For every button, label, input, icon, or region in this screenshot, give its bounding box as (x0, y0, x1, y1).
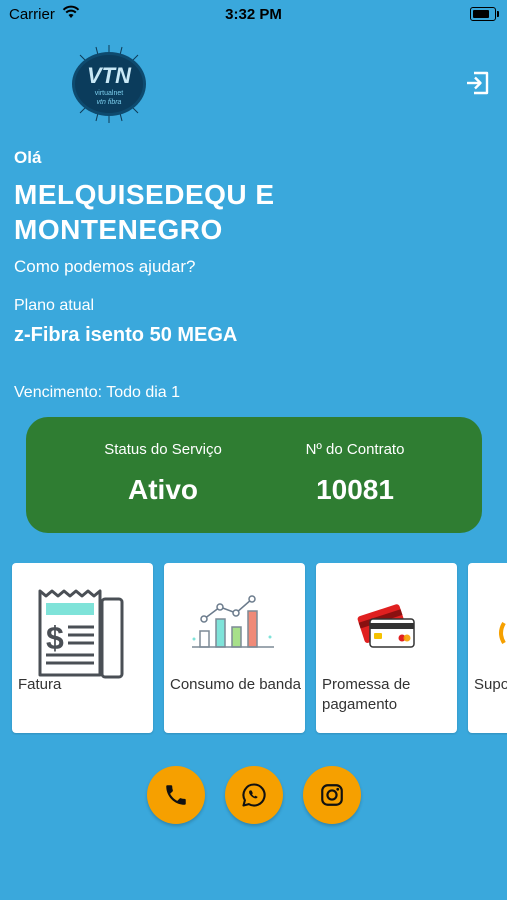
tile-consumo-de-banda[interactable]: Consumo de banda (164, 563, 305, 733)
bar-chart-icon (192, 595, 274, 648)
service-status-card: Status do Serviço Ativo Nº do Contrato 1… (26, 417, 482, 533)
instagram-button[interactable] (303, 766, 361, 824)
phone-button[interactable] (147, 766, 205, 824)
clock: 3:32 PM (225, 6, 282, 23)
support-icon (499, 621, 506, 645)
logout-icon[interactable] (464, 69, 492, 97)
tile-label: Fatura (18, 676, 62, 693)
battery-icon (470, 7, 499, 21)
plan-name: z-Fibra isento 50 MEGA (14, 324, 238, 346)
whatsapp-icon (242, 783, 266, 807)
due-date: Vencimento: Todo dia 1 (14, 384, 181, 401)
user-name: MELQUISEDEQU E MONTENEGRO (14, 179, 275, 245)
instagram-icon (321, 784, 343, 806)
invoice-icon: $ (38, 589, 124, 679)
plan-label: Plano atual (14, 297, 95, 314)
tile-promessa-de-pagamento[interactable]: Promessa de pagamento (316, 563, 457, 733)
tile-label: Promessa de pagamento (322, 676, 411, 713)
tile-label: Suporte (474, 676, 507, 693)
battery-level (473, 10, 490, 18)
credit-cards-icon (357, 604, 415, 648)
phone-icon (166, 785, 186, 805)
vtn-logo: VTN virtualnet vtn fibra (72, 45, 146, 123)
greeting-hello: Olá (14, 148, 42, 167)
logo-sub-text: virtualnet (95, 90, 123, 97)
contract-number: Nº do Contrato 10081 (260, 441, 450, 506)
services-carousel[interactable]: $ Fatura Consumo de banda Promessa de pa… (0, 563, 507, 735)
svg-text:$: $ (46, 620, 64, 656)
service-status-value: Ativo (128, 474, 198, 505)
service-status: Status do Serviço Ativo (68, 441, 258, 506)
logo-sub-text-2: vtn fibra (97, 99, 122, 106)
tile-fatura[interactable]: $ Fatura (12, 563, 153, 733)
whatsapp-button[interactable] (225, 766, 283, 824)
service-status-label: Status do Serviço (104, 441, 222, 458)
status-bar: Carrier 3:32 PM (0, 0, 507, 28)
contract-number-value: 10081 (316, 474, 394, 505)
contract-number-label: Nº do Contrato (305, 441, 405, 458)
logo-main-text: VTN (87, 63, 132, 88)
tile-suporte[interactable]: Suporte (468, 563, 507, 733)
tile-label: Consumo de banda (170, 676, 301, 693)
greeting-subtitle: Como podemos ajudar? (14, 257, 196, 276)
